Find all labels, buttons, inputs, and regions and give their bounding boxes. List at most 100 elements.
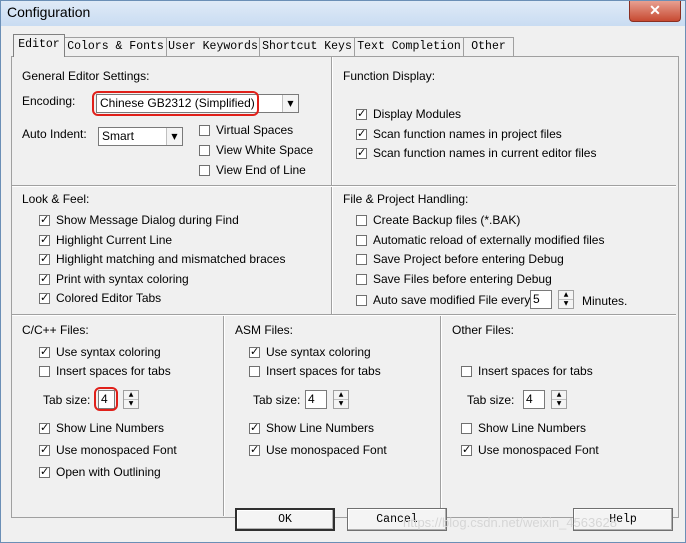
auto-save-checkbox[interactable]: Auto save modified File every [356, 293, 530, 307]
view-end-of-line-checkbox[interactable]: View End of Line [199, 163, 306, 177]
asm-insert-spaces-checkbox[interactable]: Insert spaces for tabs [249, 364, 381, 378]
spin-up-icon[interactable]: ▲ [559, 291, 573, 300]
checkbox-box[interactable] [356, 253, 367, 265]
checkbox-box[interactable] [249, 443, 260, 456]
checkbox-box[interactable] [356, 294, 367, 306]
checkbox-label: Auto save modified File every [373, 293, 531, 307]
checkbox-box[interactable] [249, 345, 260, 358]
checkbox-label: Virtual Spaces [216, 123, 294, 137]
ok-button[interactable]: OK [235, 508, 335, 531]
checkbox-label: Use monospaced Font [56, 443, 177, 457]
checkbox-box[interactable] [356, 107, 367, 120]
asm-use-syntax-checkbox[interactable]: Use syntax coloring [249, 345, 371, 359]
save-project-debug-checkbox[interactable]: Save Project before entering Debug [356, 252, 564, 266]
cpp-insert-spaces-checkbox[interactable]: Insert spaces for tabs [39, 364, 171, 378]
colored-editor-tabs-checkbox[interactable]: Colored Editor Tabs [39, 291, 161, 305]
checkbox-box[interactable] [249, 421, 260, 434]
show-message-dialog-checkbox[interactable]: Show Message Dialog during Find [39, 213, 239, 227]
spin-up-icon[interactable]: ▲ [334, 391, 348, 400]
minutes-label: Minutes. [582, 294, 628, 308]
checkbox-box[interactable] [461, 443, 472, 456]
cpp-tab-size-label: Tab size: [43, 393, 91, 407]
auto-save-minutes-input[interactable]: 5 [530, 290, 552, 309]
cpp-outlining-checkbox[interactable]: Open with Outlining [39, 465, 161, 479]
checkbox-box[interactable] [39, 465, 50, 478]
checkbox-box[interactable] [356, 234, 367, 246]
checkbox-box[interactable] [461, 365, 472, 377]
tab-colors-fonts[interactable]: Colors & Fonts [64, 37, 167, 56]
checkbox-box[interactable] [199, 144, 210, 156]
other-insert-spaces-checkbox[interactable]: Insert spaces for tabs [461, 364, 593, 378]
asm-show-line-numbers-checkbox[interactable]: Show Line Numbers [249, 421, 374, 435]
checkbox-box[interactable] [39, 421, 50, 434]
checkbox-box[interactable] [39, 272, 50, 285]
tab-text-completion[interactable]: Text Completion [354, 37, 464, 56]
spin-down-icon[interactable]: ▼ [552, 400, 566, 408]
cpp-monospaced-checkbox[interactable]: Use monospaced Font [39, 443, 177, 457]
checkbox-label: Print with syntax coloring [56, 272, 189, 286]
highlight-braces-checkbox[interactable]: Highlight matching and mismatched braces [39, 252, 285, 266]
tab-shortcut-keys[interactable]: Shortcut Keys [259, 37, 355, 56]
view-white-space-checkbox[interactable]: View White Space [199, 143, 313, 157]
checkbox-label: Show Message Dialog during Find [56, 213, 239, 227]
title-bar[interactable]: Configuration ✕ [1, 1, 685, 26]
checkbox-box[interactable] [39, 345, 50, 358]
asm-monospaced-checkbox[interactable]: Use monospaced Font [249, 443, 387, 457]
checkbox-box[interactable] [39, 213, 50, 226]
print-syntax-coloring-checkbox[interactable]: Print with syntax coloring [39, 272, 189, 286]
checkbox-label: Insert spaces for tabs [56, 364, 171, 378]
scan-project-files-checkbox[interactable]: Scan function names in project files [356, 127, 562, 141]
spin-up-icon[interactable]: ▲ [124, 391, 138, 400]
checkbox-label: Create Backup files (*.BAK) [373, 213, 521, 227]
save-files-debug-checkbox[interactable]: Save Files before entering Debug [356, 272, 552, 286]
other-show-line-numbers-checkbox[interactable]: Show Line Numbers [461, 421, 586, 435]
chevron-down-icon[interactable]: ▼ [166, 128, 182, 145]
tab-other[interactable]: Other [463, 37, 514, 56]
checkbox-box[interactable] [356, 127, 367, 140]
asm-tab-size-spinner[interactable]: ▲ ▼ [333, 390, 349, 409]
other-tab-size-spinner[interactable]: ▲ ▼ [551, 390, 567, 409]
auto-save-minutes-spinner[interactable]: ▲ ▼ [558, 290, 574, 309]
cpp-tab-size-spinner[interactable]: ▲ ▼ [123, 390, 139, 409]
checkbox-box[interactable] [461, 422, 472, 434]
tab-editor[interactable]: Editor [13, 34, 65, 57]
scan-editor-files-checkbox[interactable]: Scan function names in current editor fi… [356, 146, 596, 160]
checkbox-box[interactable] [39, 443, 50, 456]
checkbox-box[interactable] [356, 273, 367, 285]
checkbox-box[interactable] [249, 365, 260, 377]
display-modules-checkbox[interactable]: Display Modules [356, 107, 461, 121]
close-button[interactable]: ✕ [629, 1, 681, 22]
cpp-show-line-numbers-checkbox[interactable]: Show Line Numbers [39, 421, 164, 435]
other-tab-size-input[interactable]: 4 [523, 390, 545, 409]
checkbox-label: Show Line Numbers [478, 421, 587, 435]
encoding-highlight-ring [92, 91, 259, 116]
checkbox-box[interactable] [199, 124, 210, 136]
auto-reload-checkbox[interactable]: Automatic reload of externally modified … [356, 233, 604, 247]
cpp-use-syntax-checkbox[interactable]: Use syntax coloring [39, 345, 161, 359]
checkbox-box[interactable] [356, 214, 367, 226]
look-feel-heading: Look & Feel: [22, 192, 90, 206]
spin-down-icon[interactable]: ▼ [559, 300, 573, 308]
create-backup-checkbox[interactable]: Create Backup files (*.BAK) [356, 213, 520, 227]
checkbox-box[interactable] [39, 252, 50, 265]
checkbox-box[interactable] [356, 146, 367, 159]
chevron-down-icon[interactable]: ▼ [282, 95, 298, 112]
checkbox-box[interactable] [199, 164, 210, 176]
virtual-spaces-checkbox[interactable]: Virtual Spaces [199, 123, 293, 137]
checkbox-label: Colored Editor Tabs [56, 291, 162, 305]
tab-user-keywords[interactable]: User Keywords [166, 37, 260, 56]
checkbox-box[interactable] [39, 233, 50, 246]
spin-down-icon[interactable]: ▼ [124, 400, 138, 408]
checkbox-box[interactable] [39, 291, 50, 304]
asm-tab-size-input[interactable]: 4 [305, 390, 327, 409]
checkbox-label: Use monospaced Font [266, 443, 387, 457]
checkbox-label: Use monospaced Font [478, 443, 599, 457]
auto-indent-dropdown[interactable]: Smart ▼ [98, 127, 183, 146]
spin-down-icon[interactable]: ▼ [334, 400, 348, 408]
other-monospaced-checkbox[interactable]: Use monospaced Font [461, 443, 599, 457]
checkbox-box[interactable] [39, 365, 50, 377]
checkbox-label: Highlight Current Line [56, 233, 173, 247]
spin-up-icon[interactable]: ▲ [552, 391, 566, 400]
file-project-heading: File & Project Handling: [343, 192, 469, 206]
highlight-current-line-checkbox[interactable]: Highlight Current Line [39, 233, 172, 247]
